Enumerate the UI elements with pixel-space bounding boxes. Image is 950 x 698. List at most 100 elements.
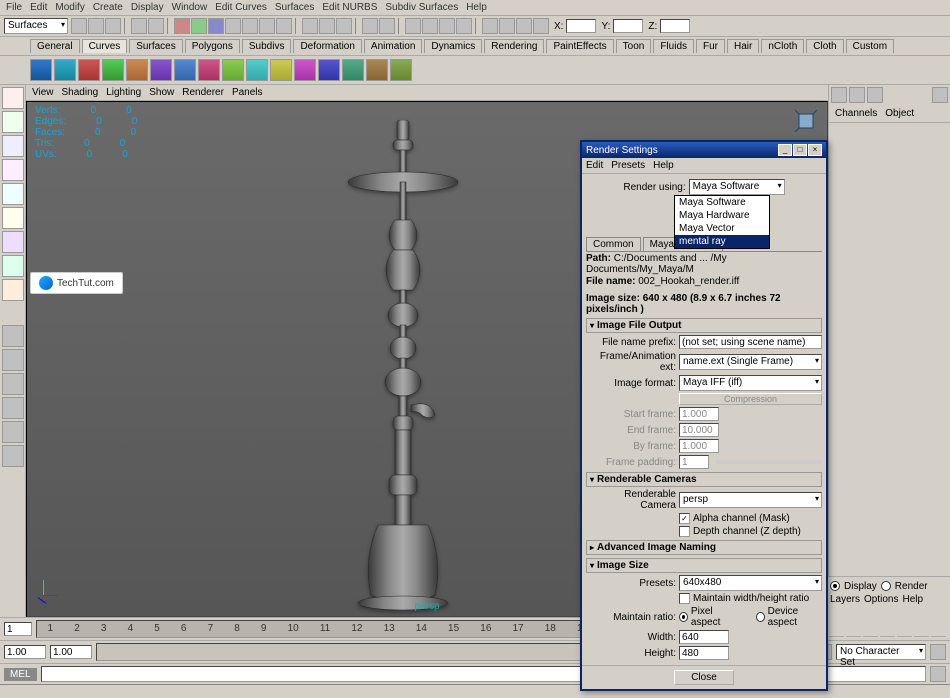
- section-advanced-naming[interactable]: Advanced Image Naming: [586, 540, 822, 555]
- menu-display[interactable]: Display: [131, 2, 164, 13]
- tab-hair[interactable]: Hair: [727, 39, 759, 53]
- shelf-intersect-icon[interactable]: [294, 59, 316, 81]
- shelf-offset-icon[interactable]: [390, 59, 412, 81]
- four-view-icon[interactable]: [2, 349, 24, 371]
- workspace-combo[interactable]: Surfaces: [4, 18, 68, 34]
- option-mental-ray[interactable]: mental ray: [675, 235, 769, 248]
- shelf-detach-icon[interactable]: [198, 59, 220, 81]
- render-icon[interactable]: [319, 18, 335, 34]
- select-icon[interactable]: [174, 18, 190, 34]
- view-cube[interactable]: [793, 108, 821, 136]
- menu-subdiv[interactable]: Subdiv Surfaces: [385, 2, 458, 13]
- tab-custom[interactable]: Custom: [846, 39, 894, 53]
- close-icon[interactable]: ×: [808, 144, 822, 156]
- section-image-file-output[interactable]: Image File Output: [586, 318, 822, 333]
- tab-subdivs[interactable]: Subdivs: [242, 39, 292, 53]
- section-image-size[interactable]: Image Size: [586, 558, 822, 573]
- display-radio[interactable]: [830, 581, 840, 591]
- select-tool-icon[interactable]: [2, 87, 24, 109]
- alpha-checkbox[interactable]: ✓: [679, 513, 690, 524]
- tab-surfaces[interactable]: Surfaces: [129, 39, 182, 53]
- width-input[interactable]: [679, 630, 729, 644]
- tab-toon[interactable]: Toon: [616, 39, 652, 53]
- rotate-tool-icon[interactable]: [2, 183, 24, 205]
- device-aspect-radio[interactable]: [756, 612, 765, 622]
- tab-painteffects[interactable]: PaintEffects: [546, 39, 613, 53]
- x-input[interactable]: [566, 19, 596, 33]
- menu-edit-curves[interactable]: Edit Curves: [215, 2, 267, 13]
- shelf-open-close-icon[interactable]: [246, 59, 268, 81]
- open-scene-icon[interactable]: [88, 18, 104, 34]
- shelf-ep-curve-icon[interactable]: [102, 59, 124, 81]
- last-tool-icon[interactable]: [2, 279, 24, 301]
- layer-icon[interactable]: [849, 87, 865, 103]
- menu-create[interactable]: Create: [93, 2, 123, 13]
- new-scene-icon[interactable]: [71, 18, 87, 34]
- range-start[interactable]: [4, 622, 32, 636]
- tab-channels[interactable]: Channels: [831, 107, 881, 120]
- menu-help[interactable]: Help: [466, 2, 487, 13]
- lasso-tool-icon[interactable]: [2, 111, 24, 133]
- construction-history-icon[interactable]: [405, 18, 421, 34]
- shelf-attach-icon[interactable]: [174, 59, 196, 81]
- tab-cloth[interactable]: Cloth: [806, 39, 843, 53]
- height-input[interactable]: [679, 646, 729, 660]
- render-radio[interactable]: [881, 581, 891, 591]
- lasso-icon[interactable]: [191, 18, 207, 34]
- show-render-icon[interactable]: [516, 18, 532, 34]
- option-maya-software[interactable]: Maya Software: [675, 196, 769, 209]
- manipulator-icon[interactable]: [2, 231, 24, 253]
- help-menu[interactable]: Help: [902, 594, 923, 605]
- render-view-icon[interactable]: [533, 18, 549, 34]
- ipr-icon[interactable]: [302, 18, 318, 34]
- camera-combo[interactable]: persp: [679, 492, 822, 508]
- panel-show[interactable]: Show: [149, 87, 174, 98]
- shelf-circle-icon[interactable]: [30, 59, 52, 81]
- render-using-combo[interactable]: Maya Software: [689, 179, 785, 195]
- pixel-aspect-radio[interactable]: [679, 612, 688, 622]
- shelf-align-icon[interactable]: [222, 59, 244, 81]
- prefix-input[interactable]: [679, 335, 822, 349]
- shelf-insert-knot-icon[interactable]: [342, 59, 364, 81]
- options-menu[interactable]: Options: [864, 594, 898, 605]
- dialog-titlebar[interactable]: Render Settings _□×: [582, 142, 826, 158]
- tab-general[interactable]: General: [30, 39, 80, 53]
- shelf-cv-curve-icon[interactable]: [78, 59, 100, 81]
- snap-grid-icon[interactable]: [225, 18, 241, 34]
- shelf-cut-icon[interactable]: [270, 59, 292, 81]
- scale-tool-icon[interactable]: [2, 207, 24, 229]
- maintain-ratio-checkbox[interactable]: [679, 593, 690, 604]
- mel-label[interactable]: MEL: [4, 668, 37, 681]
- tab-dynamics[interactable]: Dynamics: [424, 39, 482, 53]
- input-history-icon[interactable]: [362, 18, 378, 34]
- panel-view[interactable]: View: [32, 87, 54, 98]
- attr-icon[interactable]: [867, 87, 883, 103]
- shelf-arc-icon[interactable]: [150, 59, 172, 81]
- minimize-icon[interactable]: _: [778, 144, 792, 156]
- undo-icon[interactable]: [131, 18, 147, 34]
- panel-lighting[interactable]: Lighting: [106, 87, 141, 98]
- panel-shading[interactable]: Shading: [62, 87, 99, 98]
- snap-curve-icon[interactable]: [242, 18, 258, 34]
- dlg-menu-edit[interactable]: Edit: [586, 160, 603, 171]
- y-input[interactable]: [613, 19, 643, 33]
- range-start2[interactable]: [50, 645, 92, 659]
- panel-renderer[interactable]: Renderer: [182, 87, 224, 98]
- dlg-menu-help[interactable]: Help: [653, 160, 674, 171]
- tab-curves[interactable]: Curves: [82, 39, 128, 53]
- snap-point-icon[interactable]: [259, 18, 275, 34]
- section-renderable-cameras[interactable]: Renderable Cameras: [586, 472, 822, 487]
- playblast-icon[interactable]: [482, 18, 498, 34]
- ext-combo[interactable]: name.ext (Single Frame): [679, 354, 822, 370]
- persp-outliner-icon[interactable]: [2, 373, 24, 395]
- redo-icon[interactable]: [148, 18, 164, 34]
- script-editor-icon[interactable]: [2, 445, 24, 467]
- tab-common[interactable]: Common: [586, 237, 641, 251]
- batch-render-icon[interactable]: [499, 18, 515, 34]
- layers-menu[interactable]: Layers: [830, 594, 860, 605]
- character-set-combo[interactable]: No Character Set: [836, 644, 926, 660]
- close-button[interactable]: Close: [674, 670, 734, 685]
- panel-panels[interactable]: Panels: [232, 87, 263, 98]
- tab-fluids[interactable]: Fluids: [653, 39, 694, 53]
- shelf-pencil-icon[interactable]: [126, 59, 148, 81]
